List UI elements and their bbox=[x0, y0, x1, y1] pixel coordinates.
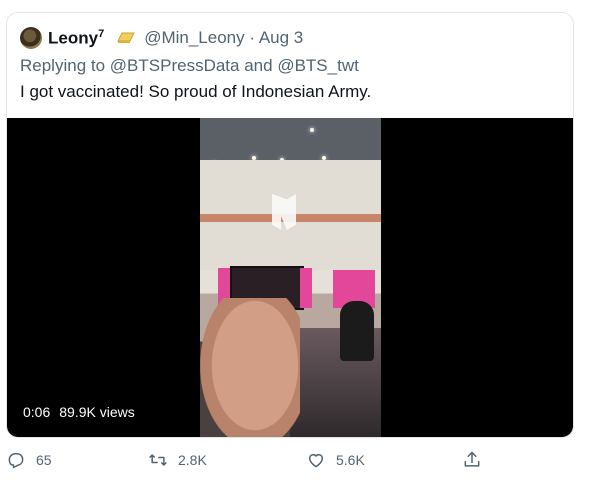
pink-booth bbox=[300, 268, 312, 308]
tweet-card[interactable]: Leony7 @Min_Leony · Aug 3 Replying to @B… bbox=[6, 12, 574, 438]
person bbox=[340, 301, 374, 361]
heart-icon bbox=[309, 454, 323, 468]
separator-dot: · bbox=[249, 28, 256, 47]
foreground-person bbox=[200, 298, 300, 437]
handle-text[interactable]: @Min_Leony bbox=[144, 28, 244, 47]
share-button[interactable] bbox=[462, 450, 482, 470]
video-meta: 0:06 89.9K views bbox=[23, 404, 135, 420]
replying-user-link-1[interactable]: @BTSPressData bbox=[110, 56, 240, 75]
display-name-superscript: 7 bbox=[98, 27, 105, 40]
like-count: 5.6K bbox=[336, 452, 365, 468]
replying-user-link-2[interactable]: @BTS_twt bbox=[277, 56, 359, 75]
replying-to: Replying to @BTSPressData and @BTS_twt bbox=[20, 56, 359, 76]
tweet-text: I got vaccinated! So proud of Indonesian… bbox=[20, 82, 372, 101]
video-player[interactable]: 0:06 89.9K views bbox=[7, 118, 573, 437]
user-handle[interactable]: @Min_Leony · Aug 3 bbox=[144, 28, 303, 48]
gold-bar-emoji-icon bbox=[117, 32, 135, 43]
display-name-text[interactable]: Leony bbox=[48, 28, 98, 47]
replying-prefix: Replying to bbox=[20, 56, 106, 75]
video-frame bbox=[200, 118, 381, 437]
tweet-header: Leony7 @Min_Leony · Aug 3 bbox=[20, 26, 303, 50]
display-name[interactable]: Leony7 bbox=[48, 28, 104, 49]
ceiling-light bbox=[310, 128, 314, 132]
reply-icon bbox=[8, 453, 24, 469]
like-button[interactable]: 5.6K bbox=[306, 450, 365, 470]
video-duration: 0:06 bbox=[23, 404, 51, 420]
reply-button[interactable]: 65 bbox=[6, 450, 52, 470]
reply-count: 65 bbox=[36, 452, 52, 468]
replying-and: and bbox=[244, 56, 273, 75]
avatar[interactable] bbox=[20, 27, 42, 49]
retweet-count: 2.8K bbox=[178, 452, 207, 468]
share-icon bbox=[464, 451, 480, 467]
tweet-actions: 65 2.8K 5.6K bbox=[0, 450, 590, 478]
retweet-button[interactable]: 2.8K bbox=[148, 450, 207, 470]
video-views: 89.9K views bbox=[59, 404, 135, 420]
retweet-icon bbox=[149, 454, 167, 466]
video-ceiling bbox=[200, 118, 381, 160]
tweet-date[interactable]: Aug 3 bbox=[259, 28, 303, 47]
